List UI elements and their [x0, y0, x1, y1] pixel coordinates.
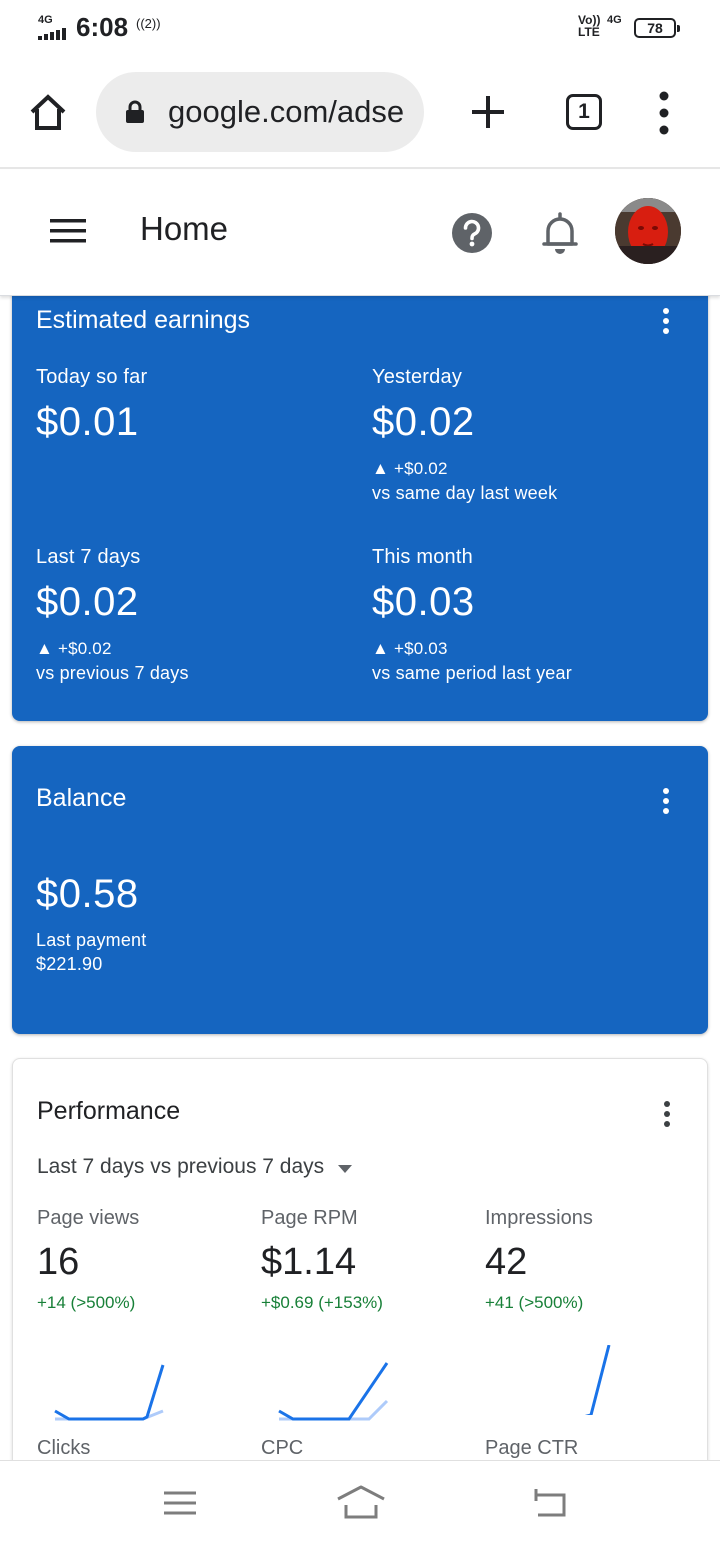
sparkline-page-rpm: [278, 1362, 389, 1421]
status-bar: 4G 6:08 ((2)) Vo)) LTE 4G 78: [0, 0, 720, 56]
card-title: Performance: [37, 1097, 181, 1125]
network-type: 4G: [38, 14, 53, 26]
card-menu-icon[interactable]: [660, 1099, 674, 1129]
metric-label: CPC: [261, 1437, 304, 1459]
metric-label: Yesterday: [372, 366, 463, 388]
balance-card[interactable]: Balance $0.58 Last payment $221.90: [12, 746, 708, 1034]
metric-label: Clicks: [37, 1437, 91, 1459]
avatar[interactable]: [615, 198, 681, 264]
home-nav-icon[interactable]: [336, 1483, 386, 1523]
main-content: Estimated earnings Today so far $0.01 Ye…: [0, 296, 720, 1460]
metric-value: $0.02: [372, 400, 475, 444]
dropdown-arrow-icon: [337, 1164, 352, 1173]
metric-delta: +41 (>500%): [485, 1293, 584, 1312]
metric-label: Today so far: [36, 366, 148, 388]
card-menu-icon[interactable]: [659, 786, 673, 816]
metric-label: Last 7 days: [36, 546, 141, 568]
home-icon[interactable]: [28, 92, 68, 132]
metric-delta: +14 (>500%): [37, 1293, 136, 1312]
address-bar[interactable]: google.com/adse: [96, 72, 424, 152]
last-payment-value: $221.90: [36, 954, 103, 974]
clock: 6:08: [76, 12, 129, 42]
recents-icon[interactable]: [160, 1483, 200, 1523]
balance-value: $0.58: [36, 872, 139, 916]
last-payment-label: Last payment: [36, 930, 147, 950]
sparkline-impressions: [584, 1345, 611, 1415]
metric-compare: vs same period last year: [372, 663, 572, 683]
back-icon[interactable]: [530, 1483, 570, 1523]
app-header: Home: [0, 170, 720, 296]
signal-icon: [38, 28, 68, 40]
volte-indicator: Vo)) LTE: [578, 13, 601, 39]
overflow-menu-icon[interactable]: [654, 90, 674, 136]
page-title: Home: [140, 210, 229, 247]
metric-label: Page views: [37, 1207, 140, 1229]
hotspot-icon: ((2)): [136, 16, 161, 31]
metric-value: $0.01: [36, 400, 139, 444]
metric-label: Impressions: [485, 1207, 593, 1229]
battery-icon: 78: [634, 18, 680, 38]
hamburger-menu-icon[interactable]: [48, 216, 88, 246]
new-tab-icon[interactable]: [468, 92, 508, 132]
url-text[interactable]: google.com/adse: [168, 94, 404, 130]
network-type-right: 4G: [607, 14, 622, 26]
date-range-dropdown[interactable]: Last 7 days vs previous 7 days: [37, 1155, 353, 1185]
card-menu-icon[interactable]: [659, 306, 673, 336]
tab-switcher-button[interactable]: 1: [566, 94, 602, 130]
card-title: Estimated earnings: [36, 306, 251, 334]
estimated-earnings-card[interactable]: Estimated earnings Today so far $0.01 Ye…: [12, 296, 708, 721]
metric-change: ▲ +$0.02: [372, 459, 448, 478]
help-icon[interactable]: [450, 211, 494, 255]
metric-change: ▲ +$0.02: [36, 639, 112, 658]
metric-value: $0.02: [36, 580, 139, 624]
metric-value: 16: [37, 1241, 80, 1283]
card-title: Balance: [36, 784, 127, 812]
system-nav-bar: [0, 1460, 720, 1544]
metric-value: $1.14: [261, 1241, 357, 1283]
metric-value: 42: [485, 1241, 528, 1283]
metric-delta: +$0.69 (+153%): [261, 1293, 383, 1312]
metric-value: $0.03: [372, 580, 475, 624]
metric-label: This month: [372, 546, 473, 568]
performance-card[interactable]: Performance Last 7 days vs previous 7 da…: [12, 1058, 708, 1460]
metric-compare: vs previous 7 days: [36, 663, 189, 683]
sparkline-page-views: [54, 1364, 165, 1421]
metric-compare: vs same day last week: [372, 483, 558, 503]
browser-toolbar: google.com/adse 1: [0, 56, 720, 169]
metric-label: Page RPM: [261, 1207, 358, 1229]
date-range-label: Last 7 days vs previous 7 days: [37, 1155, 325, 1178]
metric-label: Page CTR: [485, 1437, 579, 1459]
metric-change: ▲ +$0.03: [372, 639, 448, 658]
notifications-icon[interactable]: [540, 210, 580, 256]
lock-icon: [126, 100, 144, 123]
